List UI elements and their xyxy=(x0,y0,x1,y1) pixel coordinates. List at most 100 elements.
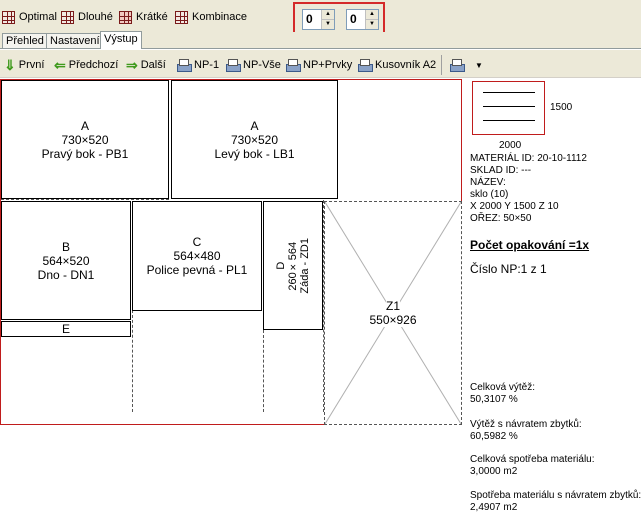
cut-line xyxy=(1,199,169,200)
tab-prehled[interactable]: Přehled xyxy=(2,33,48,48)
sklad-id: SKLAD ID: --- xyxy=(470,165,532,176)
total-yield-value: 50,3107 % xyxy=(470,394,518,405)
optimal-button[interactable]: Optimal xyxy=(2,9,57,25)
dlouhe-label: Dlouhé xyxy=(78,11,113,23)
yield-remnants-label: Výtěž s návratem zbytků: xyxy=(470,419,582,430)
kombinace-label: Kombinace xyxy=(192,11,248,23)
material-id: MATERIÁL ID: 20-10-1112 xyxy=(470,153,587,164)
part-a-left-side[interactable]: A 730×520 Levý bok - LB1 xyxy=(171,80,338,199)
part-size: 564×480 xyxy=(173,249,221,263)
part-name: Záda - ZD1 xyxy=(299,237,311,294)
np1-button[interactable]: NP-1 xyxy=(176,57,219,73)
optimal-label: Optimal xyxy=(19,11,57,23)
spin-up-icon[interactable]: ▲ xyxy=(322,10,334,20)
part-name: Pravý bok - PB1 xyxy=(41,146,129,161)
spin-down-icon[interactable]: ▼ xyxy=(366,20,378,29)
part-d-back[interactable]: D 260×564 Záda - ZD1 xyxy=(263,201,323,330)
previous-label: Předchozí xyxy=(68,59,119,71)
nazev-value: sklo (10) xyxy=(470,189,509,200)
part-d-label: D 260×564 Záda - ZD1 xyxy=(275,238,311,294)
part-letter: A xyxy=(250,118,259,133)
part-name: Police pevná - PL1 xyxy=(146,263,248,277)
part-e[interactable]: E xyxy=(1,321,131,337)
np-vse-label: NP-Vše xyxy=(243,59,281,71)
tab-strip: Přehled Nastavení Výstup xyxy=(0,31,641,49)
part-size: 730×520 xyxy=(230,132,279,147)
spinner-2-value: 0 xyxy=(350,12,357,26)
first-button[interactable]: ⇓ První xyxy=(4,57,44,73)
sheet-number: Číslo NP:1 z 1 xyxy=(470,262,547,276)
part-b-bottom[interactable]: B 564×520 Dno - DN1 xyxy=(1,201,131,320)
arrow-left-icon: ⇐ xyxy=(54,56,66,73)
arrow-right-icon: ⇒ xyxy=(126,56,138,73)
grid-icon xyxy=(2,10,15,24)
part-name: Dno - DN1 xyxy=(37,267,95,282)
part-c-shelf[interactable]: C 564×480 Police pevná - PL1 xyxy=(132,201,262,311)
part-size: 260×564 xyxy=(287,241,299,290)
dlouhe-button[interactable]: Dlouhé xyxy=(61,9,113,25)
total-yield-label: Celková výtěž: xyxy=(470,382,536,393)
part-name: Levý bok - LB1 xyxy=(214,146,295,161)
repeat-count: Počet opakování =1x xyxy=(470,238,590,252)
toolbar-separator xyxy=(441,55,442,75)
np1-label: NP-1 xyxy=(194,59,220,71)
cut-line xyxy=(263,330,264,412)
part-z1-offcut[interactable]: Z1 550×926 xyxy=(324,201,462,425)
part-size: 730×520 xyxy=(61,132,109,147)
part-size: 550×926 xyxy=(369,313,417,327)
part-letter: D xyxy=(275,261,287,270)
preview-line xyxy=(483,106,535,107)
preview-height: 1500 xyxy=(550,102,573,113)
kusovnik-button[interactable]: Kusovník A2 xyxy=(357,57,436,73)
first-label: První xyxy=(18,59,45,71)
np-prvky-button[interactable]: NP+Prvky xyxy=(285,57,352,73)
tab-nastaveni[interactable]: Nastavení xyxy=(46,33,104,48)
np-prvky-label: NP+Prvky xyxy=(303,59,353,71)
orez-value: OŘEZ: 50×50 xyxy=(470,213,532,224)
sheet-preview xyxy=(472,81,545,135)
part-letter: Z1 xyxy=(385,299,400,313)
part-size: 564×520 xyxy=(42,253,90,268)
kratke-label: Krátké xyxy=(136,11,168,23)
part-a-right-side[interactable]: A 730×520 Pravý bok - PB1 xyxy=(1,80,169,199)
preview-line xyxy=(483,92,535,93)
tab-vystup[interactable]: Výstup xyxy=(100,31,142,49)
grid-icon xyxy=(61,10,74,24)
spinner-2[interactable]: 0 ▲ ▼ xyxy=(346,9,379,30)
next-button[interactable]: ⇒ Další xyxy=(126,57,166,73)
kratke-button[interactable]: Krátké xyxy=(119,9,168,25)
preview-line xyxy=(483,120,535,121)
printer-icon xyxy=(449,58,465,72)
yield-remnants-value: 60,5982 % xyxy=(470,431,518,442)
spinner-1[interactable]: 0 ▲ ▼ xyxy=(302,9,335,30)
cut-line xyxy=(132,310,133,412)
np-vse-button[interactable]: NP-Vše xyxy=(225,57,281,73)
kombinace-button[interactable]: Kombinace xyxy=(175,9,247,25)
nazev-label: NÁZEV: xyxy=(470,177,506,188)
consumption-label: Celková spotřeba materiálu: xyxy=(470,454,595,465)
cutting-plan-canvas[interactable]: A 730×520 Pravý bok - PB1 A 730×520 Levý… xyxy=(0,79,462,425)
grid-icon xyxy=(175,10,188,24)
consumption-remnants-label: Spotřeba materiálu s návratem zbytků: xyxy=(470,490,641,501)
part-letter: C xyxy=(192,235,202,249)
part-letter: A xyxy=(80,118,89,133)
spin-up-icon[interactable]: ▲ xyxy=(366,10,378,20)
next-label: Další xyxy=(140,59,166,71)
consumption-remnants-value: 2,4907 m2 xyxy=(470,502,518,513)
previous-button[interactable]: ⇐ Předchozí xyxy=(54,57,118,73)
double-arrow-down-icon: ⇓ xyxy=(4,56,16,73)
printer-icon xyxy=(225,58,241,72)
xyz-dimensions: X 2000 Y 1500 Z 10 xyxy=(470,201,559,212)
printer-icon xyxy=(285,58,301,72)
preview-width: 2000 xyxy=(499,140,522,151)
printer-icon xyxy=(176,58,192,72)
part-letter: B xyxy=(61,239,70,254)
dropdown-arrow-icon: ▼ xyxy=(475,60,483,70)
spin-down-icon[interactable]: ▼ xyxy=(322,20,334,29)
info-panel: 1500 2000 MATERIÁL ID: 20-10-1112 SKLAD … xyxy=(462,79,641,518)
part-letter: E xyxy=(61,322,70,336)
grid-icon xyxy=(119,10,132,24)
print-menu-button[interactable]: ▼ xyxy=(449,57,483,73)
spinner-1-value: 0 xyxy=(306,12,313,26)
printer-icon xyxy=(357,58,373,72)
